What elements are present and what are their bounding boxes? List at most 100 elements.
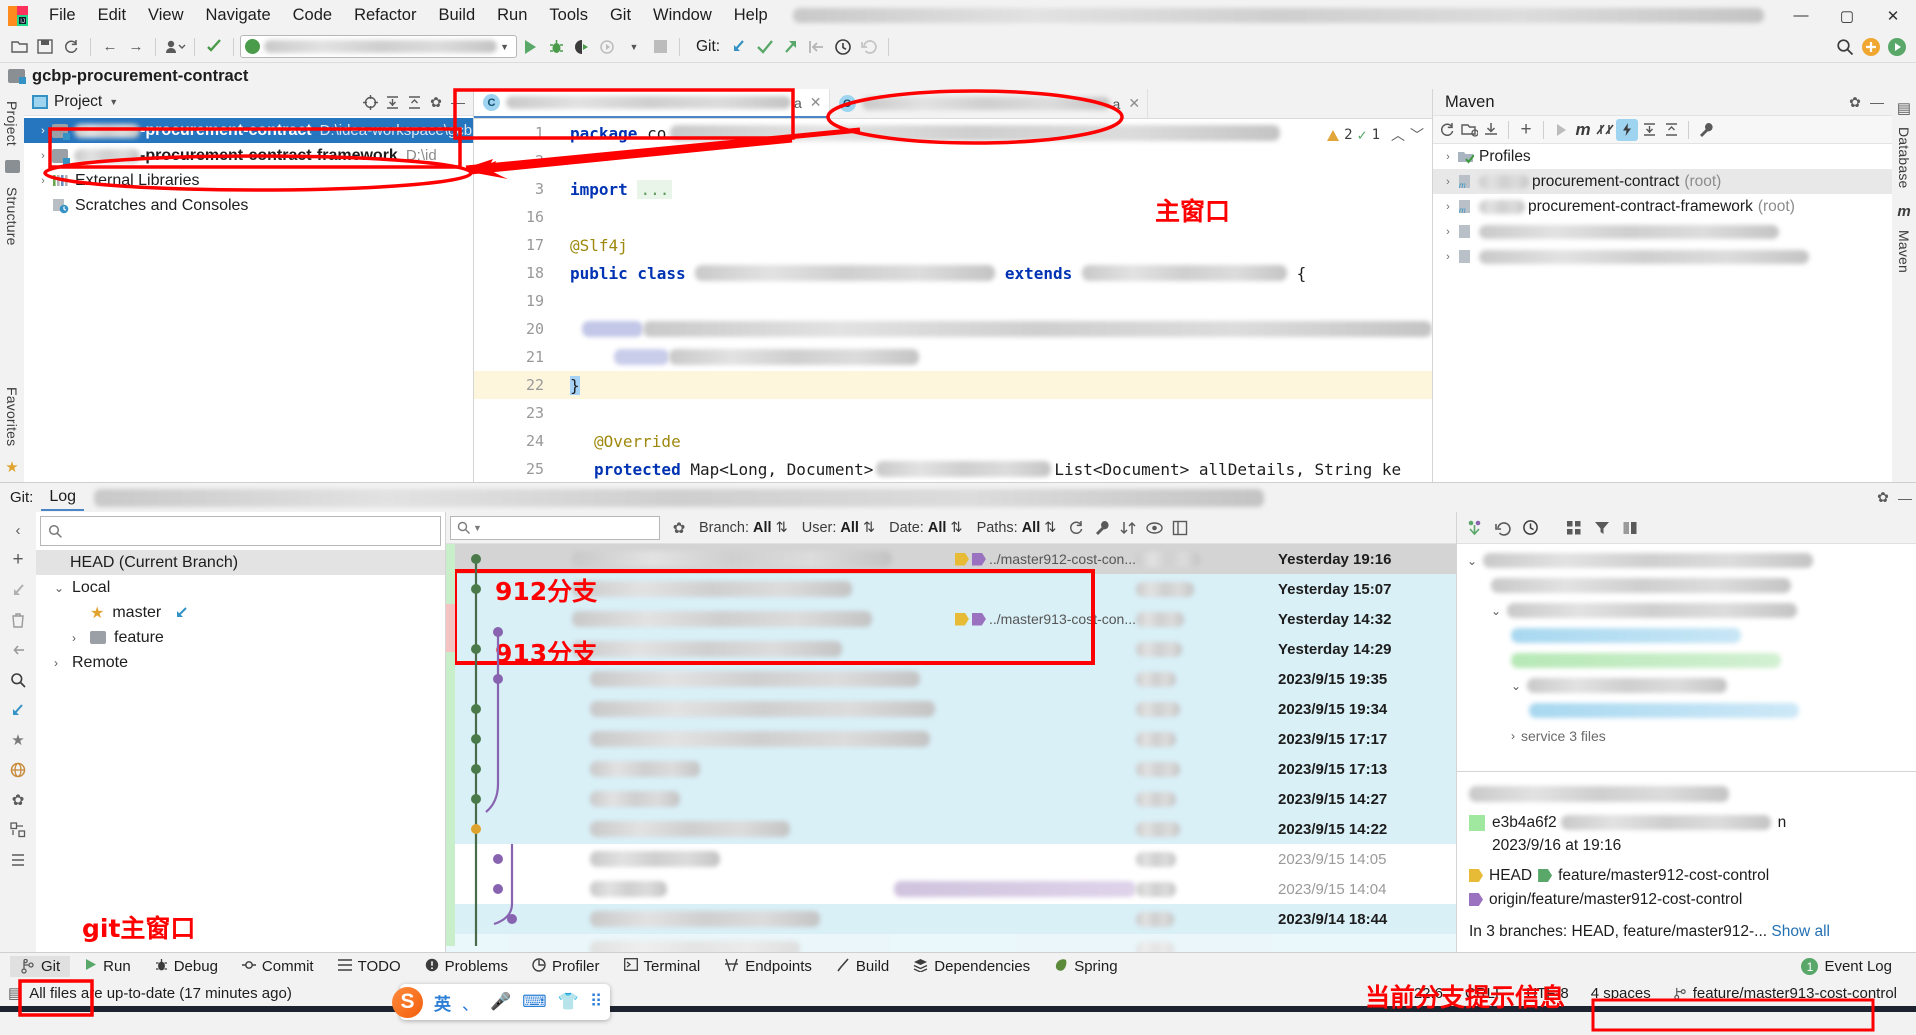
maven-row-redacted-2[interactable]: ›	[1433, 244, 1892, 269]
run-maven-goal-icon[interactable]	[1550, 119, 1572, 141]
scroll-from-source-icon[interactable]	[359, 91, 381, 113]
settings-gear-icon[interactable]: ✿	[1844, 91, 1866, 113]
chevron-right-icon[interactable]: ›	[34, 175, 52, 187]
maven-row-procurement-contract[interactable]: › m procurement-contract (root)	[1433, 169, 1892, 194]
chevron-right-icon[interactable]: ›	[1439, 201, 1457, 213]
hide-panel-icon[interactable]: —	[1866, 91, 1888, 113]
intellisort-icon[interactable]	[1115, 515, 1141, 541]
sidebar-item-project[interactable]: Project	[4, 95, 20, 152]
toolwindow-button-profiler[interactable]: Profiler	[522, 956, 610, 978]
stop-button[interactable]	[647, 35, 673, 59]
sync-icon[interactable]	[58, 35, 84, 59]
maven-row-redacted-1[interactable]: ›	[1433, 219, 1892, 244]
toolwindow-button-debug[interactable]: Debug	[145, 956, 228, 978]
editor-body[interactable]: 1 2 3 16 17 18 19 20 21 22 23 24 25 pack…	[474, 119, 1432, 482]
chevron-right-icon[interactable]: ›	[72, 631, 90, 645]
show-diff-preview-icon[interactable]	[1167, 515, 1193, 541]
ime-punctuation-icon[interactable]: 、	[462, 990, 479, 1015]
table-row[interactable]	[446, 934, 1456, 952]
close-icon[interactable]: ✕	[1128, 95, 1140, 112]
toolwindow-button-commit[interactable]: Commit	[232, 956, 324, 978]
indent-setting[interactable]: 4 spaces	[1580, 985, 1662, 1002]
filter-date[interactable]: Date: All ⇅	[882, 520, 969, 536]
checkout-icon[interactable]	[4, 576, 32, 604]
filter-files-icon[interactable]	[1589, 515, 1615, 541]
group-by-directory-icon[interactable]	[1561, 515, 1587, 541]
window-minimize-button[interactable]: —	[1778, 0, 1824, 31]
table-row[interactable]: 2023/9/15 19:35	[446, 664, 1456, 694]
menu-view[interactable]: View	[137, 4, 194, 27]
ime-toolbar[interactable]: S 英 、 🎤 ⌨ 👕 ⠿	[392, 984, 611, 1020]
menu-build[interactable]: Build	[427, 4, 486, 27]
highlight-my-commits-icon[interactable]	[1089, 515, 1115, 541]
search-icon[interactable]	[4, 666, 32, 694]
show-all-branches-link[interactable]: Show all	[1771, 923, 1830, 940]
ime-skin-icon[interactable]: 👕	[558, 992, 579, 1012]
chevron-right-icon[interactable]: ›	[1439, 151, 1457, 163]
hide-panel-icon[interactable]: —	[447, 91, 469, 113]
settings-gear-icon[interactable]: ✿	[1872, 487, 1894, 509]
open-folder-icon[interactable]	[6, 35, 32, 59]
chevron-right-icon[interactable]: ›	[34, 150, 52, 162]
toolwindow-button-terminal[interactable]: Terminal	[614, 956, 711, 977]
editor-gutter[interactable]: 1 2 3 16 17 18 19 20 21 22 23 24 25	[474, 119, 552, 482]
maven-row-procurement-contract-framework[interactable]: › m procurement-contract-framework (root…	[1433, 194, 1892, 219]
chevron-down-icon[interactable]: ▼	[473, 523, 482, 533]
table-row[interactable]: 2023/9/15 14:04	[446, 874, 1456, 904]
profiler-dropdown-icon[interactable]: ▼	[621, 35, 647, 59]
menu-file[interactable]: File	[38, 4, 87, 27]
editor-tab-1[interactable]: C a ✕	[474, 89, 830, 118]
chevron-right-icon[interactable]: ›	[1439, 226, 1457, 238]
filter-paths[interactable]: Paths: All ⇅	[970, 520, 1064, 536]
prev-highlight-icon[interactable]: ︿	[1391, 125, 1405, 145]
menu-tools[interactable]: Tools	[538, 4, 599, 27]
show-history-icon[interactable]	[1517, 515, 1543, 541]
file-tree-row[interactable]: ⌄	[1457, 548, 1916, 573]
menu-refactor[interactable]: Refactor	[343, 4, 427, 27]
sidebar-item-maven[interactable]: Maven	[1896, 224, 1912, 279]
table-row[interactable]: 2023/9/15 14:22	[446, 814, 1456, 844]
refresh-log-icon[interactable]	[1063, 515, 1089, 541]
folded-imports[interactable]: ...	[637, 179, 673, 199]
ime-keyboard-icon[interactable]: ⌨	[522, 992, 547, 1012]
add-maven-project-icon[interactable]: +	[1515, 119, 1537, 141]
table-row[interactable]: 2023/9/15 14:05	[446, 844, 1456, 874]
sidebar-item-favorites[interactable]: Favorites	[4, 381, 20, 452]
event-log-button[interactable]: 1 Event Log	[1791, 956, 1902, 977]
revert-commit-icon[interactable]	[1489, 515, 1515, 541]
download-sources-icon[interactable]	[1480, 119, 1502, 141]
table-row[interactable]: ../master913-cost-con... Yesterday 14:32	[446, 604, 1456, 634]
ide-run-widget-icon[interactable]	[1884, 35, 1910, 59]
delete-branch-icon[interactable]	[4, 606, 32, 634]
menu-run[interactable]: Run	[486, 4, 538, 27]
commit-ref-tag[interactable]: ../master913-cost-con...	[954, 611, 1136, 627]
hide-panel-icon[interactable]: —	[1894, 487, 1916, 509]
cherry-pick-icon[interactable]	[1461, 515, 1487, 541]
show-details-eye-icon[interactable]	[1141, 515, 1167, 541]
table-row[interactable]: ../master912-cost-con... Yesterday 19:16	[446, 544, 1456, 574]
git-push-icon[interactable]	[778, 35, 804, 59]
git-update-icon[interactable]	[804, 35, 830, 59]
toolwindow-button-spring[interactable]: Spring	[1044, 956, 1127, 978]
maven-settings-wrench-icon[interactable]	[1695, 119, 1717, 141]
compare-branches-icon[interactable]	[4, 816, 32, 844]
toolwindow-button-run[interactable]: Run	[74, 956, 141, 977]
branch-search-input[interactable]	[40, 516, 441, 546]
run-configuration-selector[interactable]: ▼	[240, 35, 517, 58]
commit-changed-files[interactable]: ⌄ ⌄ ⌄ › service 3 files	[1457, 544, 1916, 772]
chevron-down-icon[interactable]: ▼	[497, 42, 512, 52]
git-history-clock-icon[interactable]	[830, 35, 856, 59]
file-encoding[interactable]: UTF-8	[1515, 985, 1580, 1002]
tree-item-external-libraries[interactable]: › External Libraries	[24, 168, 473, 193]
log-settings-gear-icon[interactable]: ✿	[666, 515, 692, 541]
toggle-skip-tests-icon[interactable]	[1594, 119, 1616, 141]
run-with-coverage-button[interactable]	[569, 35, 595, 59]
table-row[interactable]: 2023/9/14 18:44	[446, 904, 1456, 934]
new-branch-icon[interactable]: +	[4, 546, 32, 574]
expand-all-icon[interactable]	[1638, 119, 1660, 141]
status-branch-widget[interactable]: feature/master913-cost-control	[1662, 985, 1908, 1002]
toolwindow-button-todo[interactable]: TODO	[328, 956, 411, 977]
save-all-icon[interactable]	[32, 35, 58, 59]
window-close-button[interactable]: ✕	[1870, 0, 1916, 31]
sidebar-item-database[interactable]: Database	[1896, 121, 1912, 195]
